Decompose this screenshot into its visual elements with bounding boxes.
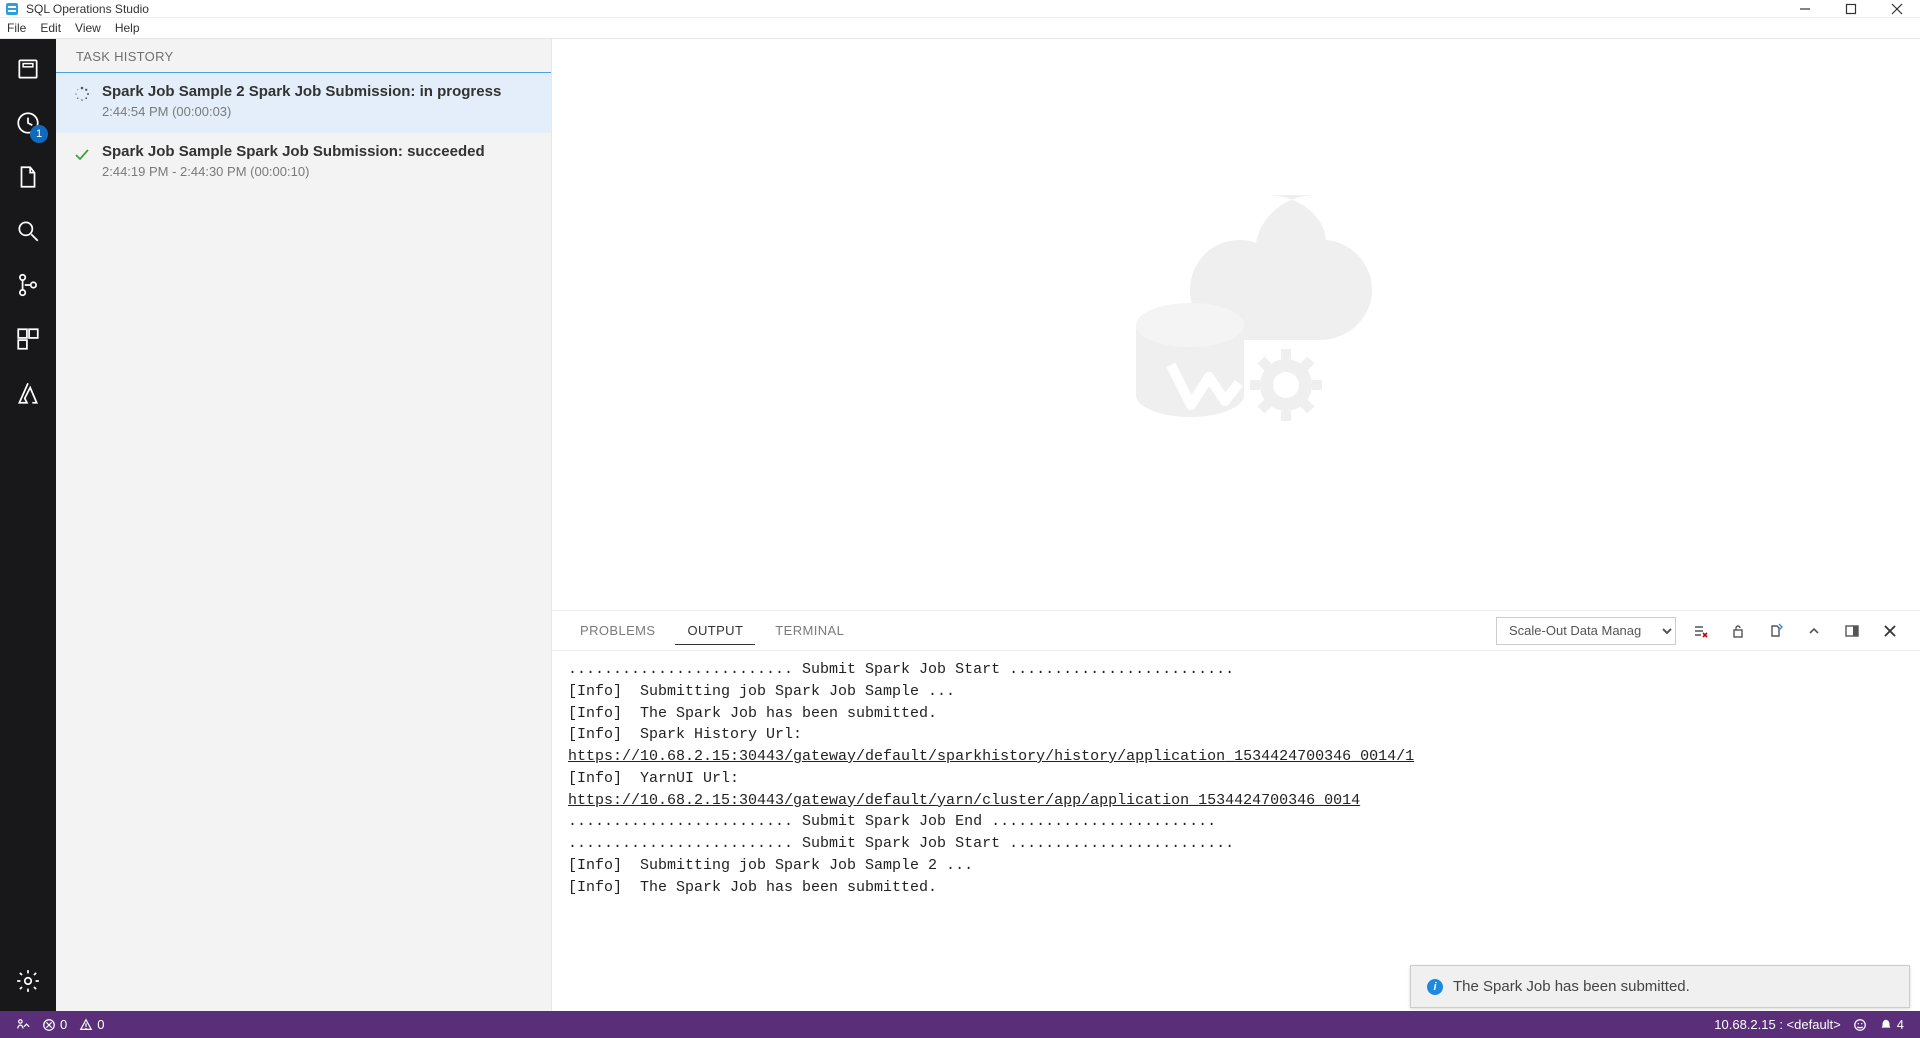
output-line: [Info] YarnUI Url: <box>568 768 1904 790</box>
explorer-icon[interactable] <box>4 153 52 201</box>
task-item[interactable]: Spark Job Sample 2 Spark Job Submission:… <box>56 73 551 133</box>
search-icon[interactable] <box>4 207 52 255</box>
tab-problems[interactable]: PROBLEMS <box>568 617 667 644</box>
task-time: 2:44:19 PM - 2:44:30 PM (00:00:10) <box>102 164 485 179</box>
notification-toast[interactable]: i The Spark Job has been submitted. <box>1410 965 1910 1008</box>
output-line: [Info] Submitting job Spark Job Sample 2… <box>568 855 1904 877</box>
status-errors-count: 0 <box>60 1017 67 1032</box>
app-icon <box>4 1 20 17</box>
checkmark-icon <box>72 143 92 179</box>
notification-text: The Spark Job has been submitted. <box>1453 978 1690 995</box>
servers-icon[interactable] <box>4 45 52 93</box>
window-controls <box>1782 0 1920 18</box>
title-bar: SQL Operations Studio <box>0 0 1920 18</box>
output-link[interactable]: https://10.68.2.15:30443/gateway/default… <box>568 748 1414 765</box>
menu-edit[interactable]: Edit <box>33 19 68 37</box>
status-notifications-count: 4 <box>1897 1017 1904 1032</box>
output-line: [Info] Submitting job Spark Job Sample .… <box>568 681 1904 703</box>
menu-file[interactable]: File <box>0 19 33 37</box>
task-history-badge: 1 <box>30 125 48 143</box>
menu-view[interactable]: View <box>68 19 108 37</box>
menu-bar: File Edit View Help <box>0 18 1920 39</box>
maximize-button[interactable] <box>1828 0 1874 18</box>
editor-empty-backdrop <box>552 39 1920 611</box>
panel-position-icon[interactable] <box>1838 617 1866 645</box>
task-time: 2:44:54 PM (00:00:03) <box>102 104 501 119</box>
output-line: ......................... Submit Spark J… <box>568 811 1904 833</box>
status-notifications[interactable]: 4 <box>1873 1011 1910 1038</box>
activity-bar: 1 <box>0 39 56 1011</box>
task-history-panel: TASK HISTORY Spark Job Sample 2 Spark Jo… <box>56 39 552 1011</box>
azure-icon[interactable] <box>4 369 52 417</box>
close-panel-icon[interactable] <box>1876 617 1904 645</box>
settings-icon[interactable] <box>4 957 52 1005</box>
tab-terminal[interactable]: TERMINAL <box>763 617 856 644</box>
status-bar: 0 0 10.68.2.15 : <default> 4 <box>0 1011 1920 1038</box>
remote-indicator[interactable] <box>10 1011 36 1038</box>
status-warnings[interactable]: 0 <box>73 1011 110 1038</box>
spinner-icon <box>72 83 92 119</box>
task-title: Spark Job Sample Spark Job Submission: s… <box>102 143 485 160</box>
app-title: SQL Operations Studio <box>24 2 1782 16</box>
task-title: Spark Job Sample 2 Spark Job Submission:… <box>102 83 501 100</box>
panel-header: TASK HISTORY <box>56 39 551 72</box>
output-line: ......................... Submit Spark J… <box>568 833 1904 855</box>
output-link[interactable]: https://10.68.2.15:30443/gateway/default… <box>568 792 1360 809</box>
info-icon: i <box>1427 979 1443 995</box>
output-line: [Info] The Spark Job has been submitted. <box>568 877 1904 899</box>
open-file-icon[interactable] <box>1762 617 1790 645</box>
source-control-icon[interactable] <box>4 261 52 309</box>
output-line: [Info] The Spark Job has been submitted. <box>568 703 1904 725</box>
menu-help[interactable]: Help <box>108 19 147 37</box>
output-body[interactable]: ......................... Submit Spark J… <box>552 651 1920 1011</box>
status-errors[interactable]: 0 <box>36 1011 73 1038</box>
toggle-lock-icon[interactable] <box>1724 617 1752 645</box>
status-warnings-count: 0 <box>97 1017 104 1032</box>
collapse-icon[interactable] <box>1800 617 1828 645</box>
output-line: [Info] Spark History Url: <box>568 724 1904 746</box>
output-line: ......................... Submit Spark J… <box>568 659 1904 681</box>
task-item[interactable]: Spark Job Sample Spark Job Submission: s… <box>56 133 551 193</box>
minimize-button[interactable] <box>1782 0 1828 18</box>
status-feedback[interactable] <box>1847 1011 1873 1038</box>
bottom-panel: PROBLEMS OUTPUT TERMINAL Scale-Out Data … <box>552 611 1920 1011</box>
status-connection[interactable]: 10.68.2.15 : <default> <box>1708 1011 1847 1038</box>
clear-output-icon[interactable] <box>1686 617 1714 645</box>
close-button[interactable] <box>1874 0 1920 18</box>
task-list: Spark Job Sample 2 Spark Job Submission:… <box>56 72 551 1011</box>
extensions-icon[interactable] <box>4 315 52 363</box>
panel-tabs: PROBLEMS OUTPUT TERMINAL Scale-Out Data … <box>552 611 1920 651</box>
editor-area: PROBLEMS OUTPUT TERMINAL Scale-Out Data … <box>552 39 1920 1011</box>
task-history-icon[interactable]: 1 <box>4 99 52 147</box>
output-channel-select[interactable]: Scale-Out Data Manag <box>1496 617 1676 645</box>
tab-output[interactable]: OUTPUT <box>675 617 755 645</box>
